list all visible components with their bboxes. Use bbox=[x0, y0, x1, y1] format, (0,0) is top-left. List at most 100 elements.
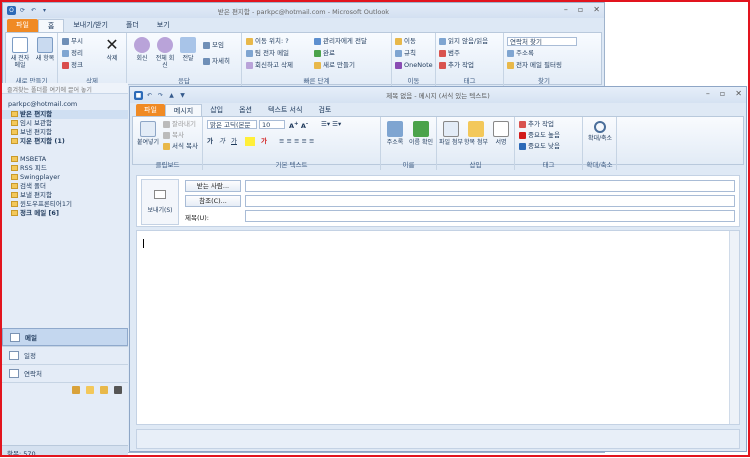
close-icon[interactable]: ✕ bbox=[593, 5, 600, 14]
search-contacts-input[interactable]: 연락처 찾기 bbox=[507, 37, 577, 46]
folder-search[interactable]: 검색 폴더 bbox=[2, 182, 128, 191]
folder-swingplayer[interactable]: Swingplayer bbox=[2, 173, 128, 182]
reply-all-button[interactable]: 전체 회신 bbox=[154, 37, 176, 69]
send-button[interactable]: 보내기(S) bbox=[141, 179, 179, 225]
folder-inbox[interactable]: 받은 편지함 bbox=[2, 110, 128, 119]
account-name[interactable]: parkpc@hotmail.com bbox=[2, 94, 128, 110]
junk-button[interactable]: 정크 bbox=[62, 61, 83, 70]
cc-field[interactable] bbox=[245, 195, 735, 207]
quick-step-1[interactable]: 이동 위치: ? bbox=[246, 37, 289, 46]
quick-step-2[interactable]: 팀 전자 메일 bbox=[246, 49, 289, 58]
tab-insert[interactable]: 삽입 bbox=[202, 104, 231, 116]
tab-options[interactable]: 옵션 bbox=[231, 104, 260, 116]
folder-sent[interactable]: 보낸 편지함 bbox=[2, 128, 128, 137]
tab-file[interactable]: 파일 bbox=[136, 104, 165, 116]
window-title: 받은 편지함 - parkpc@hotmail.com - Microsoft … bbox=[217, 8, 390, 16]
tab-view[interactable]: 보기 bbox=[148, 19, 179, 32]
tab-message[interactable]: 메시지 bbox=[164, 104, 203, 116]
more-respond-button[interactable]: 자세히 bbox=[203, 57, 230, 66]
rules-button[interactable]: 규칙 bbox=[395, 49, 416, 58]
move-button[interactable]: 이동 bbox=[395, 37, 416, 46]
tab-file[interactable]: 파일 bbox=[7, 19, 38, 32]
font-color-button[interactable]: 가 bbox=[261, 137, 267, 146]
high-importance-button[interactable]: 중요도 높음 bbox=[519, 131, 560, 140]
folder-msbeta[interactable]: MSBETA bbox=[2, 155, 128, 164]
folder-drafts[interactable]: 임시 보관함 bbox=[2, 119, 128, 128]
tab-home[interactable]: 홈 bbox=[37, 19, 65, 32]
copy-button[interactable]: 복사 bbox=[163, 131, 184, 140]
highlight-button[interactable] bbox=[245, 137, 255, 146]
to-button[interactable]: 받는 사람... bbox=[185, 180, 241, 192]
reply-button[interactable]: 회신 bbox=[131, 37, 153, 62]
folder-deleted[interactable]: 지운 편지함 (1) bbox=[2, 137, 128, 146]
quick-step-6[interactable]: 새로 만들기 bbox=[314, 61, 355, 70]
followup-button[interactable]: 추가 작업 bbox=[519, 120, 554, 129]
folder-outbox[interactable]: 보낼 편지함 bbox=[2, 191, 128, 200]
message-window: ■ ↶ ↷ ▲ ▼ 제목 없음 - 메시지 (서식 있는 텍스트) – ▫ ✕ … bbox=[129, 86, 747, 452]
nav-calendar-button[interactable]: 일정 bbox=[2, 346, 128, 364]
tab-folder[interactable]: 폴더 bbox=[117, 19, 148, 32]
categorize-button[interactable]: 범주 bbox=[439, 49, 460, 58]
paste-button[interactable]: 붙여넣기 bbox=[135, 121, 161, 146]
font-name-select[interactable]: 맑은 고딕(본문 bbox=[207, 120, 257, 129]
quick-step-4[interactable]: 관리자에게 전달 bbox=[314, 37, 367, 46]
to-field[interactable] bbox=[245, 180, 735, 192]
attach-item-button[interactable]: 항목 첨부 bbox=[464, 121, 488, 146]
address-book-button[interactable]: 주소록 bbox=[383, 121, 407, 146]
folder-junk[interactable]: 정크 메일 [6] bbox=[2, 209, 128, 218]
attach-file-button[interactable]: 파일 첨부 bbox=[439, 121, 463, 146]
zoom-button[interactable]: 확대/축소 bbox=[585, 121, 615, 142]
followup-button[interactable]: 추가 작업 bbox=[439, 61, 474, 70]
new-items-button[interactable]: 새 항목 bbox=[33, 37, 57, 62]
cc-button[interactable]: 참조(C)... bbox=[185, 195, 241, 207]
quick-step-3[interactable]: 회신하고 삭제 bbox=[246, 61, 293, 70]
cut-button[interactable]: 잘라내기 bbox=[163, 120, 196, 129]
underline-button[interactable]: 가 bbox=[231, 137, 237, 146]
delete-button[interactable]: ✕ 삭제 bbox=[100, 37, 124, 63]
onenote-button[interactable]: OneNote bbox=[395, 61, 433, 70]
quick-step-5[interactable]: 완료 bbox=[314, 49, 335, 58]
address-book-button[interactable]: 주소록 bbox=[507, 49, 534, 58]
grow-font-button[interactable]: A+ A- bbox=[289, 120, 308, 130]
copy-icon bbox=[163, 131, 170, 139]
cleanup-button[interactable]: 정리 bbox=[62, 49, 83, 58]
low-importance-button[interactable]: 중요도 낮음 bbox=[519, 142, 560, 151]
tab-send-receive[interactable]: 보내기/받기 bbox=[64, 19, 117, 32]
maximize-icon[interactable]: ▫ bbox=[720, 89, 725, 98]
subject-field[interactable] bbox=[245, 210, 735, 222]
send-envelope-icon bbox=[154, 190, 166, 199]
message-title-bar: ■ ↶ ↷ ▲ ▼ 제목 없음 - 메시지 (서식 있는 텍스트) – ▫ ✕ bbox=[130, 87, 746, 103]
font-size-select[interactable]: 10 bbox=[259, 120, 285, 129]
minimize-icon[interactable]: – bbox=[564, 5, 568, 14]
folder-windows-frontier[interactable]: 윈도우프론티어1기 bbox=[2, 200, 128, 209]
check-names-button[interactable]: 이름 확인 bbox=[409, 121, 433, 146]
ignore-button[interactable]: 무시 bbox=[62, 37, 83, 46]
align-buttons[interactable]: ≡ ≡ ≡ ≡ ≡ bbox=[279, 137, 315, 146]
tab-format-text[interactable]: 텍스트 서식 bbox=[260, 104, 310, 116]
folder-list-icon[interactable] bbox=[100, 386, 108, 394]
minimize-icon[interactable]: – bbox=[706, 89, 710, 98]
new-email-button[interactable]: 새 전자 메일 bbox=[8, 37, 32, 69]
shortcuts-icon[interactable] bbox=[114, 386, 122, 394]
format-painter-button[interactable]: 서식 복사 bbox=[163, 142, 198, 151]
close-icon[interactable]: ✕ bbox=[735, 89, 742, 98]
tasks-icon[interactable] bbox=[72, 386, 80, 394]
filter-email-button[interactable]: 전자 메일 필터링 bbox=[507, 61, 562, 70]
bold-button[interactable]: 가 bbox=[207, 137, 213, 146]
folder-rss[interactable]: RSS 피드 bbox=[2, 164, 128, 173]
address-book-icon bbox=[387, 121, 403, 137]
notes-icon[interactable] bbox=[86, 386, 94, 394]
nav-contacts-button[interactable]: 연락처 bbox=[2, 364, 128, 382]
group-delete: 무시 정리 정크 ✕ 삭제 삭제 bbox=[58, 33, 127, 86]
nav-mail-button[interactable]: 메일 bbox=[2, 328, 128, 346]
signature-button[interactable]: 서명 bbox=[489, 121, 513, 146]
vertical-scrollbar[interactable] bbox=[729, 231, 739, 424]
italic-button[interactable]: 가 bbox=[219, 137, 225, 146]
maximize-icon[interactable]: ▫ bbox=[578, 5, 583, 14]
unread-read-button[interactable]: 읽지 않음/읽음 bbox=[439, 37, 488, 46]
message-body[interactable] bbox=[136, 230, 740, 425]
bullets-button[interactable]: ☰▾ ☰▾ bbox=[321, 120, 341, 129]
tab-review[interactable]: 검토 bbox=[310, 104, 339, 116]
forward-button[interactable]: 전달 bbox=[177, 37, 199, 62]
meeting-button[interactable]: 모임 bbox=[203, 41, 224, 50]
